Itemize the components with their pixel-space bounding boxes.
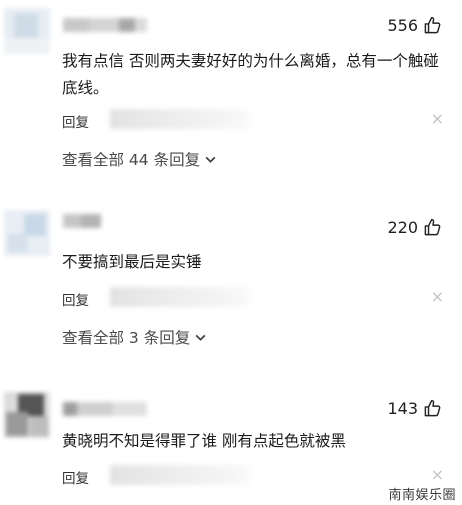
view-all-replies-link[interactable]: 查看全部 44 条回复 xyxy=(62,148,217,170)
comment-text: 我有点信 否则两夫妻好好的为什么离婚，总有一个触碰底线。 xyxy=(62,52,439,97)
chevron-down-icon xyxy=(205,156,216,163)
like-group[interactable]: 220 xyxy=(387,218,442,237)
view-all-replies-link[interactable]: 查看全部 3 条回复 xyxy=(62,326,207,348)
view-all-replies-label: 查看全部 44 条回复 xyxy=(62,151,201,169)
avatar[interactable] xyxy=(4,392,50,438)
thumbs-up-icon[interactable] xyxy=(423,16,442,35)
avatar[interactable] xyxy=(4,210,50,256)
reply-row: 回复 × xyxy=(62,287,446,309)
close-icon[interactable]: × xyxy=(431,109,444,128)
like-count: 556 xyxy=(387,16,418,35)
reply-input-obscured[interactable] xyxy=(110,109,250,129)
avatar[interactable] xyxy=(4,8,50,54)
like-group[interactable]: 143 xyxy=(387,399,442,418)
watermark: 南南娱乐圈 xyxy=(388,488,456,503)
close-icon[interactable]: × xyxy=(431,287,444,306)
comment-text: 不要搞到最后是实锤 xyxy=(62,253,202,271)
comment-text: 黄晓明不知是得罪了谁 刚有点起色就被黑 xyxy=(62,432,346,450)
username-obscured[interactable] xyxy=(63,18,147,32)
reply-button[interactable]: 回复 xyxy=(62,289,89,309)
thumbs-up-icon[interactable] xyxy=(423,218,442,237)
like-count: 220 xyxy=(387,218,418,237)
thumbs-up-icon[interactable] xyxy=(423,399,442,418)
close-icon[interactable]: × xyxy=(431,465,444,484)
chevron-down-icon xyxy=(195,334,206,341)
like-group[interactable]: 556 xyxy=(387,16,442,35)
reply-button[interactable]: 回复 xyxy=(62,111,89,131)
username-obscured[interactable] xyxy=(63,214,101,228)
reply-input-obscured[interactable] xyxy=(110,465,250,485)
like-count: 143 xyxy=(387,399,418,418)
reply-button[interactable]: 回复 xyxy=(62,467,89,487)
reply-row: 回复 × xyxy=(62,109,446,131)
view-all-replies-label: 查看全部 3 条回复 xyxy=(62,329,191,347)
username-obscured[interactable] xyxy=(63,402,147,416)
reply-input-obscured[interactable] xyxy=(110,287,250,307)
